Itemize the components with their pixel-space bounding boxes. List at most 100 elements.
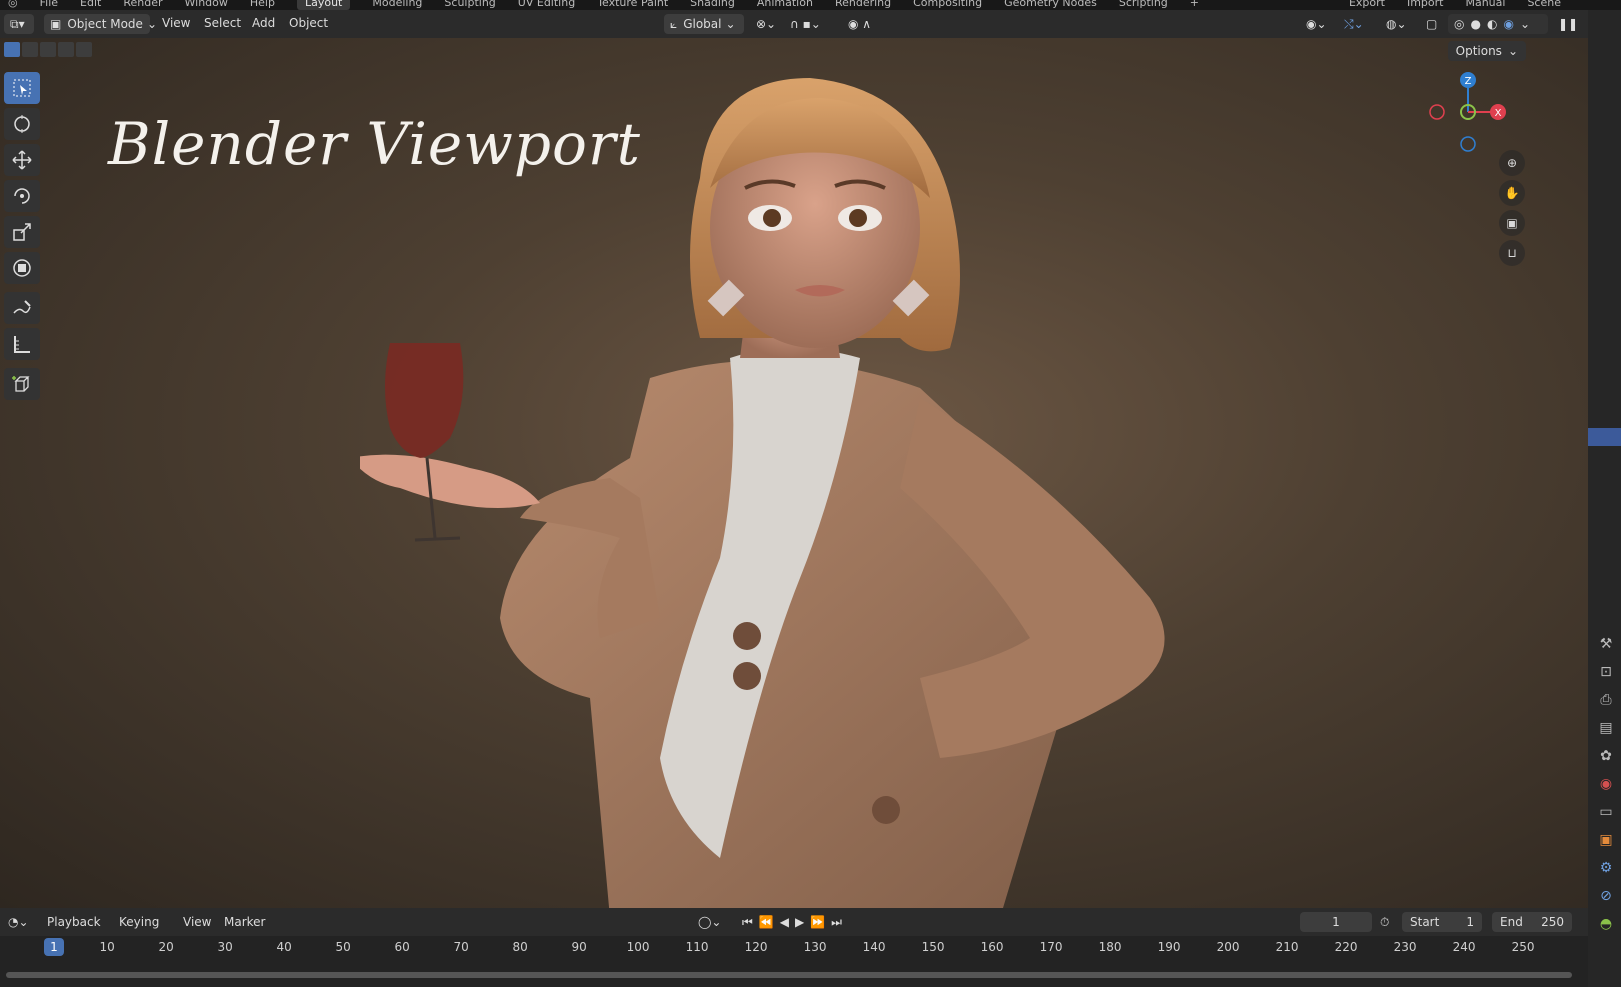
tab-shading[interactable]: Shading: [690, 0, 735, 10]
import-button[interactable]: Import: [1407, 0, 1444, 9]
menu-add[interactable]: Add: [252, 16, 275, 30]
constraint-icon[interactable]: ⊘: [1596, 882, 1616, 910]
select-extend-icon[interactable]: [22, 42, 38, 57]
select-invert-icon[interactable]: [58, 42, 74, 57]
neg-x-axis-handle[interactable]: [1429, 104, 1445, 120]
tab-sculpting[interactable]: Sculpting: [444, 0, 495, 10]
viewport-header: ⧉▾ ▣ Object Mode ⌄ View Select Add Objec…: [0, 10, 1588, 38]
add-cube-tool[interactable]: [4, 368, 40, 400]
cursor-tool[interactable]: [4, 108, 40, 140]
hand-icon: ✋: [1504, 186, 1520, 200]
end-frame-field[interactable]: End 250: [1492, 912, 1572, 932]
output-properties-icon[interactable]: ⎙: [1596, 686, 1616, 714]
menu-help[interactable]: Help: [250, 0, 275, 10]
world-properties-icon[interactable]: ◉: [1596, 770, 1616, 798]
rotate-tool[interactable]: [4, 180, 40, 212]
tab-texture-paint[interactable]: Texture Paint: [597, 0, 668, 10]
xray-toggle[interactable]: ▢: [1420, 14, 1440, 34]
menu-timeline-view[interactable]: View: [183, 915, 211, 929]
menu-select[interactable]: Select: [204, 16, 241, 30]
mode-selector[interactable]: ▣ Object Mode ⌄: [44, 14, 157, 34]
move-tool[interactable]: [4, 144, 40, 176]
auto-key-icon[interactable]: ◯⌄: [698, 915, 721, 929]
visibility-button[interactable]: ◉⌄: [1300, 14, 1334, 34]
object-properties-icon[interactable]: ▣: [1596, 826, 1616, 854]
annotate-tool[interactable]: [4, 292, 40, 324]
render-properties-icon[interactable]: ⊡: [1596, 658, 1616, 686]
menu-view[interactable]: View: [162, 16, 190, 30]
menu-playback[interactable]: Playback: [47, 915, 101, 929]
rendered-icon[interactable]: ◉: [1503, 17, 1513, 31]
material-icon[interactable]: ◐: [1487, 17, 1497, 31]
frame-tick: 120: [744, 940, 768, 954]
menu-file[interactable]: File: [40, 0, 58, 10]
menu-keying[interactable]: Keying: [119, 915, 159, 929]
tab-modeling[interactable]: Modeling: [372, 0, 422, 10]
blender-logo-icon[interactable]: ◎: [8, 0, 18, 10]
export-button[interactable]: Export: [1349, 0, 1385, 9]
tab-scripting[interactable]: Scripting: [1119, 0, 1168, 10]
view-layer-icon[interactable]: ▤: [1596, 714, 1616, 742]
menu-object[interactable]: Object: [289, 16, 328, 30]
navigation-gizmo[interactable]: Z X: [1428, 72, 1508, 152]
tab-compositing[interactable]: Compositing: [913, 0, 982, 10]
timeline-editor-icon[interactable]: ◔⌄: [8, 915, 29, 929]
playback-controls[interactable]: ⏮⏪◀▶⏩⏭: [742, 915, 848, 930]
proportional-edit-button[interactable]: ◉ ∧: [842, 14, 882, 34]
tab-geometry-nodes[interactable]: Geometry Nodes: [1004, 0, 1097, 10]
scene-properties-icon[interactable]: ✿: [1596, 742, 1616, 770]
tool-shelf: [4, 72, 42, 404]
menu-window[interactable]: Window: [185, 0, 228, 10]
transform-orientation[interactable]: ⟀ Global ⌄: [664, 14, 744, 34]
zoom-icon: ⊕: [1506, 156, 1518, 170]
start-value: 1: [1466, 915, 1474, 929]
frame-tick: 40: [276, 940, 292, 954]
scene-selector[interactable]: Scene: [1527, 0, 1561, 9]
pan-button[interactable]: ✋: [1499, 180, 1525, 206]
modifier-icon[interactable]: ⚙: [1596, 854, 1616, 882]
overlay-toggle[interactable]: ◍⌄: [1380, 14, 1410, 34]
options-dropdown[interactable]: Options ⌄: [1447, 41, 1526, 61]
options-label: Options: [1455, 44, 1502, 58]
snap-button[interactable]: ∩ ▪⌄: [784, 14, 832, 34]
timeline-ruler[interactable]: 10 20 30 40 50 60 70 80 90 100 110 120 130 140 150 160 1…: [0, 936, 1588, 987]
menu-render[interactable]: Render: [123, 0, 162, 10]
gizmo-toggle[interactable]: ⤭⌄: [1338, 14, 1374, 34]
wireframe-icon[interactable]: ◎: [1454, 17, 1464, 31]
camera-view-button[interactable]: ▣: [1499, 210, 1525, 236]
current-frame-field[interactable]: 1: [1300, 912, 1372, 932]
pause-button[interactable]: ❚❚: [1552, 14, 1578, 34]
pivot-button[interactable]: ⊗⌄: [750, 14, 778, 34]
select-intersect-icon[interactable]: [76, 42, 92, 57]
tab-animation[interactable]: Animation: [757, 0, 813, 10]
shading-modes[interactable]: ◎ ● ◐ ◉ ⌄: [1448, 14, 1548, 34]
menu-edit[interactable]: Edit: [80, 0, 101, 10]
select-subtract-icon[interactable]: [40, 42, 56, 57]
manual-button[interactable]: Manual: [1465, 0, 1505, 9]
collection-icon[interactable]: ▭: [1596, 798, 1616, 826]
stopwatch-icon[interactable]: ⏱: [1380, 915, 1389, 930]
select-new-icon[interactable]: [4, 42, 20, 57]
tab-layout[interactable]: Layout: [296, 0, 351, 10]
tab-rendering[interactable]: Rendering: [835, 0, 891, 10]
3d-viewport[interactable]: Blender Viewport Options ⌄ Z X ⊕ ✋ ▣ ⊔: [0, 38, 1588, 908]
tool-properties-icon[interactable]: ⚒: [1596, 630, 1616, 658]
solid-icon[interactable]: ●: [1470, 17, 1480, 31]
properties-scroll-indicator[interactable]: [1588, 428, 1621, 446]
measure-tool[interactable]: [4, 328, 40, 360]
zoom-button[interactable]: ⊕: [1499, 150, 1525, 176]
lock-button[interactable]: ⊔: [1499, 240, 1525, 266]
start-frame-field[interactable]: Start 1: [1402, 912, 1482, 932]
scale-tool[interactable]: [4, 216, 40, 248]
data-properties-icon[interactable]: ◓: [1596, 910, 1616, 938]
timeline-header: ◔⌄ Playback Keying View Marker ◯⌄ ⏮⏪◀▶⏩⏭…: [0, 908, 1588, 936]
tab-uv-editing[interactable]: UV Editing: [518, 0, 575, 10]
add-workspace-button[interactable]: +: [1190, 0, 1199, 10]
transform-tool[interactable]: [4, 252, 40, 284]
menu-marker[interactable]: Marker: [224, 915, 265, 929]
playhead[interactable]: 1: [44, 938, 64, 956]
neg-z-axis-handle[interactable]: [1460, 136, 1476, 152]
editor-type-button[interactable]: ⧉▾: [4, 14, 34, 34]
timeline-scrollbar[interactable]: [6, 972, 1572, 978]
select-box-tool[interactable]: [4, 72, 40, 104]
